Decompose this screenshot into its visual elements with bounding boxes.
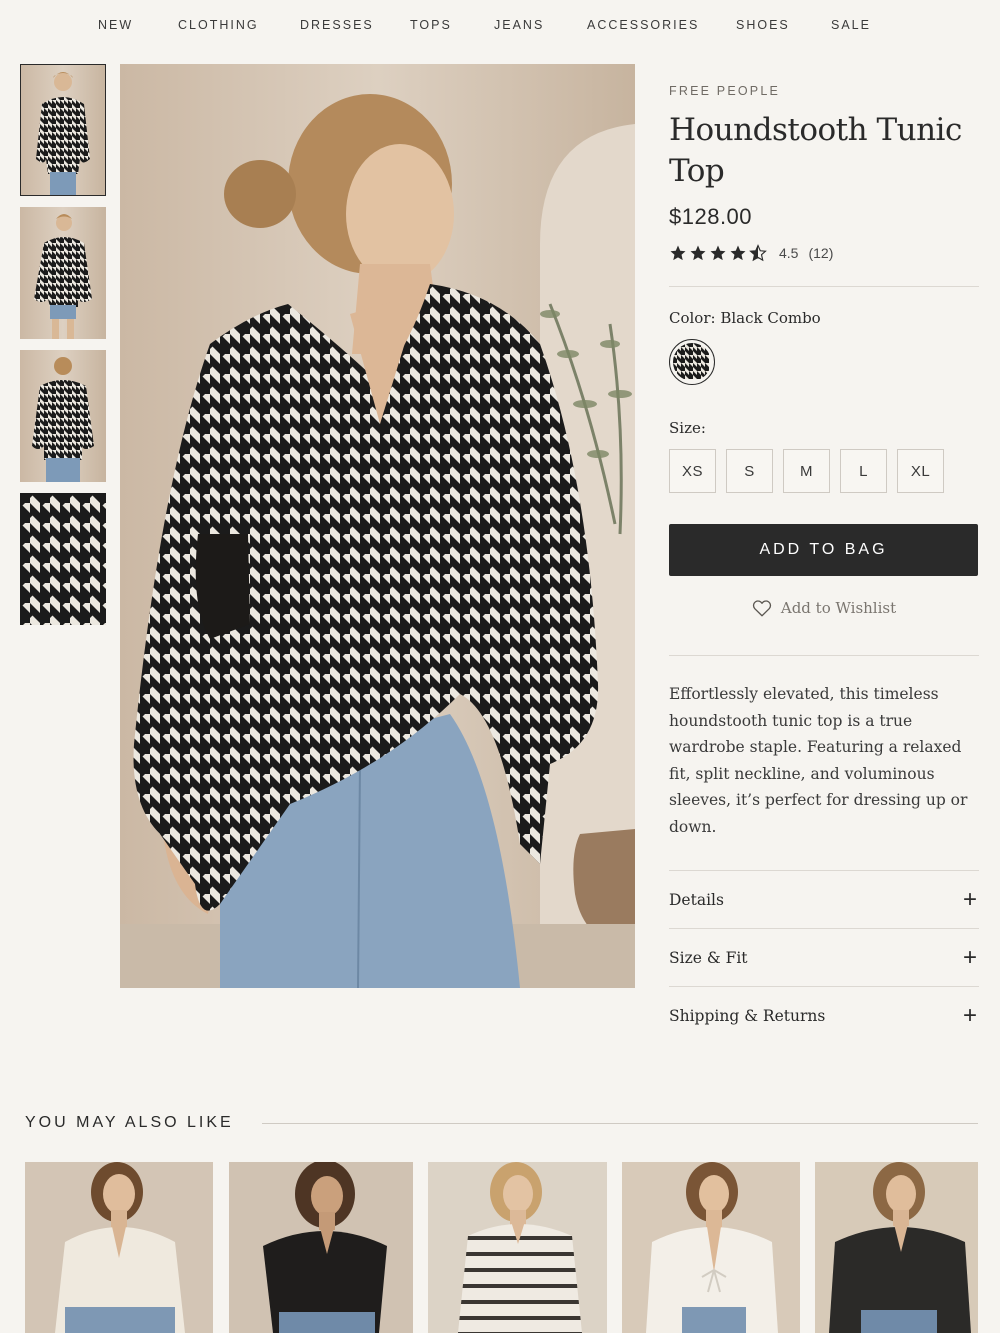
plus-icon: + [962, 1002, 977, 1029]
size-option-l[interactable]: L [840, 449, 887, 493]
rating-stars [669, 244, 767, 262]
swatch-fill [673, 343, 711, 381]
divider [669, 286, 979, 287]
product-description: Effortlessly elevated, this timeless hou… [669, 685, 968, 836]
product-thumbnail [815, 1162, 978, 1333]
product-price: $128.00 [669, 204, 753, 229]
product-thumbnail [25, 1162, 213, 1333]
product-title: Houndstooth Tunic Top [669, 110, 979, 192]
star-icon [690, 245, 706, 261]
color-swatch-black-combo[interactable] [669, 339, 715, 385]
thumbnail-1-front[interactable] [20, 64, 106, 196]
product-rating[interactable]: 4.5 (12) [669, 244, 979, 262]
nav-shoes[interactable]: SHOES [736, 18, 790, 32]
product-title-line2: Top [669, 153, 725, 189]
thumbnail-image [20, 64, 106, 196]
divider [261, 1122, 978, 1124]
thumbnail-gallery [20, 64, 106, 636]
nav-dresses[interactable]: DRESSES [300, 18, 374, 32]
thumbnail-image [20, 207, 106, 339]
product-accordion: Details + Size & Fit + Shipping & Return… [669, 870, 979, 1045]
plus-icon: + [962, 885, 977, 913]
product-info-panel: FREE PEOPLE Houndstooth Tunic Top $128.0… [669, 82, 979, 1045]
main-product-image[interactable] [120, 64, 635, 988]
size-option-xl[interactable]: XL [897, 449, 944, 493]
nav-tops[interactable]: TOPS [410, 18, 452, 32]
accordion-shipping-returns[interactable]: Shipping & Returns + [669, 987, 979, 1045]
accordion-details[interactable]: Details + [669, 871, 979, 929]
recommended-product-4[interactable] [622, 1162, 800, 1333]
product-thumbnail [229, 1162, 413, 1333]
thumbnail-3-back[interactable] [20, 350, 106, 482]
nav-clothing[interactable]: CLOTHING [178, 18, 259, 32]
thumbnail-4-fabric-detail[interactable] [20, 493, 106, 625]
size-option-m[interactable]: M [783, 449, 830, 493]
accordion-label: Details [669, 890, 724, 909]
divider [669, 655, 979, 656]
nav-sale[interactable]: SALE [831, 18, 871, 32]
size-selector: XS S M L XL [669, 449, 979, 493]
brand-name[interactable]: FREE PEOPLE [669, 84, 979, 98]
product-thumbnail [428, 1162, 607, 1333]
star-icon [710, 245, 726, 261]
thumbnail-image [20, 350, 106, 482]
houndstooth-swatch-icon [673, 343, 709, 379]
recommended-product-2[interactable] [229, 1162, 413, 1333]
product-photo [120, 64, 635, 988]
thumbnail-image [20, 493, 106, 625]
recommendations-header: YOU MAY ALSO LIKE [25, 1114, 978, 1132]
accordion-size-fit[interactable]: Size & Fit + [669, 929, 979, 987]
color-label: Color: Black Combo [669, 309, 821, 327]
review-count[interactable]: (12) [808, 245, 833, 261]
star-half-icon [749, 244, 767, 262]
add-to-bag-button[interactable]: ADD TO BAG [669, 524, 978, 576]
recommended-product-1[interactable] [25, 1162, 213, 1333]
nav-accessories[interactable]: ACCESSORIES [587, 18, 699, 32]
thumbnail-2-side[interactable] [20, 207, 106, 339]
star-icon [670, 245, 686, 261]
product-title-line1: Houndstooth Tunic [669, 112, 962, 148]
accordion-label: Size & Fit [669, 948, 748, 967]
nav-new[interactable]: NEW [98, 18, 133, 32]
nav-jeans[interactable]: JEANS [494, 18, 544, 32]
add-to-wishlist-button[interactable]: Add to Wishlist [669, 599, 979, 617]
top-navigation: NEW CLOTHING DRESSES TOPS JEANS ACCESSOR… [0, 0, 1000, 36]
accordion-label: Shipping & Returns [669, 1007, 826, 1025]
recommendations-title: YOU MAY ALSO LIKE [25, 1114, 234, 1131]
plus-icon: + [962, 943, 977, 971]
recommended-product-5[interactable] [815, 1162, 978, 1333]
rating-score: 4.5 [779, 245, 799, 261]
wishlist-label: Add to Wishlist [780, 599, 897, 617]
size-label: Size: [669, 419, 706, 437]
recommendations-row [0, 1162, 1000, 1333]
recommended-product-3[interactable] [428, 1162, 607, 1333]
size-option-xs[interactable]: XS [669, 449, 716, 493]
product-thumbnail [622, 1162, 800, 1333]
star-icon [730, 245, 746, 261]
size-option-s[interactable]: S [726, 449, 773, 493]
heart-icon [752, 600, 771, 617]
